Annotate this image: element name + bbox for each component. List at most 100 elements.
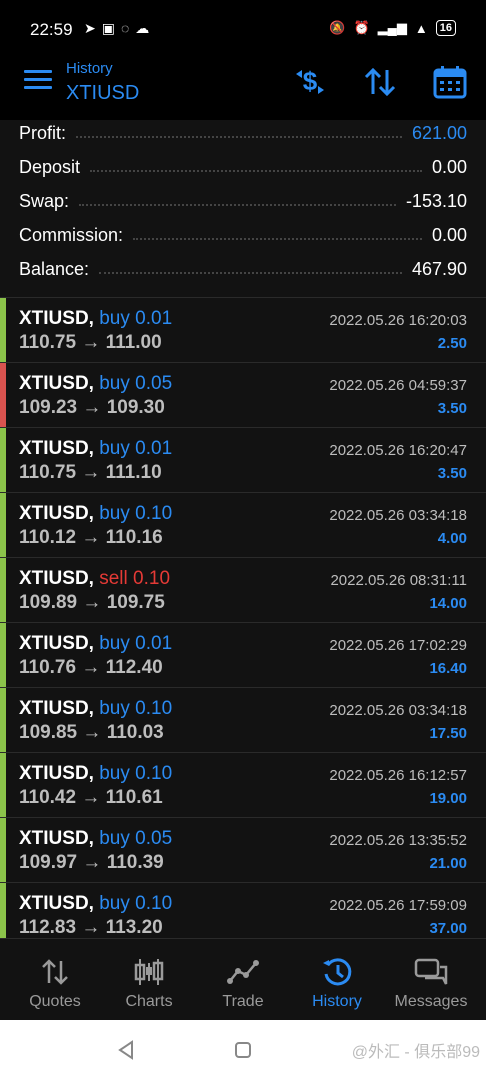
tab-trade[interactable]: Trade [195,939,291,1021]
volume-label: 0.10 [133,568,171,589]
deal-side: buy 0.05 [99,373,172,394]
deal-row[interactable]: XTIUSD, buy 0.01 110.76 → 112.40 2022.05.2… [0,623,486,688]
system-nav-bar: @外汇 - 俱乐部99 [0,1020,486,1080]
tab-messages[interactable]: Messages [383,939,479,1021]
page-title: XTIUSD [66,82,140,104]
deal-row[interactable]: XTIUSD, buy 0.10 110.42 → 110.61 2022.05.2… [0,753,486,818]
history-icon [323,958,352,986]
deal-status-bar [0,818,6,882]
dotted-leader [79,204,396,206]
symbol-label: XTIUSD, [19,503,94,524]
close-price: 109.75 [106,592,165,613]
sort-icon[interactable] [362,64,398,100]
deal-status-bar [0,428,6,492]
deal-time: 2022.05.26 13:35:52 [329,832,467,849]
tab-label: History [312,993,362,1010]
telegram-icon: ➤ [84,20,96,36]
app-header: History XTIUSD $ [0,58,486,120]
menu-button[interactable] [24,70,52,92]
deal-status-bar [0,623,6,687]
summary-label: Balance: [19,258,90,279]
open-price: 109.89 [19,592,78,613]
dotted-leader [99,272,402,274]
deal-row[interactable]: XTIUSD, buy 0.10 110.12 → 110.16 2022.05.2… [0,493,486,558]
arrow-icon: → [77,592,107,613]
deal-prices: 110.75 → 111.00 [19,332,162,354]
deal-status-bar [0,558,6,622]
deal-prices: 109.89 → 109.75 [19,592,165,614]
side-label: buy [99,308,130,329]
deal-prices: 109.97 → 110.39 [19,852,164,874]
deal-status-bar [0,363,6,427]
account-summary: Profit: 621.00 Deposit 0.00 Swap: -153.1… [0,120,486,298]
back-icon[interactable] [116,1040,136,1060]
close-price: 110.61 [105,787,163,808]
deal-status-bar [0,688,6,752]
deal-side: buy 0.10 [99,893,172,914]
status-time: 22:59 [30,20,73,39]
deal-profit: 2.50 [437,335,467,352]
home-icon[interactable] [234,1041,252,1059]
tab-quotes[interactable]: Quotes [7,939,103,1021]
tab-history[interactable]: History [289,939,385,1021]
deal-symbol: XTIUSD, buy 0.10 [19,698,172,720]
deal-row[interactable]: XTIUSD, buy 0.05 109.23 → 109.30 2022.05.2… [0,363,486,428]
deal-row[interactable]: XTIUSD, sell 0.10 109.89 → 109.75 2022.05.… [0,558,486,623]
symbol-label: XTIUSD, [19,828,94,849]
deal-side: buy 0.10 [99,763,172,784]
deal-side: sell 0.10 [99,568,170,589]
side-label: buy [99,633,130,654]
deal-row[interactable]: XTIUSD, buy 0.10 109.85 → 110.03 2022.05.2… [0,688,486,753]
summary-value: 0.00 [431,156,467,177]
deal-status-bar [0,298,6,362]
symbol-label: XTIUSD, [19,373,94,394]
deal-time: 2022.05.26 16:20:47 [329,442,467,459]
tab-label: Charts [125,993,173,1010]
symbol-label: XTIUSD, [19,763,94,784]
summary-row-balance: Balance: 467.90 [19,252,467,286]
summary-row-deposit: Deposit 0.00 [19,150,467,184]
deal-profit: 21.00 [429,855,467,872]
close-price: 110.39 [106,852,164,873]
deal-time: 2022.05.26 16:12:57 [329,767,467,784]
volume-label: 0.01 [135,438,173,459]
summary-value: 0.00 [431,224,467,245]
header-subtitle: History [66,60,113,77]
summary-value: 467.90 [411,258,467,279]
deal-time: 2022.05.26 16:20:03 [329,312,467,329]
deal-symbol: XTIUSD, buy 0.10 [19,893,172,915]
symbol-label: XTIUSD, [19,308,94,329]
arrow-icon: → [76,332,106,353]
deal-side: buy 0.01 [99,633,172,654]
system-icons: 🔕 ⏰ ▂▄▆ ▲ 16 [329,20,456,36]
deposit-withdraw-icon[interactable]: $ [292,64,328,100]
deal-time: 2022.05.26 03:34:18 [329,507,467,524]
deal-prices: 109.85 → 110.03 [19,722,164,744]
deal-profit: 17.50 [429,725,467,742]
deal-row[interactable]: XTIUSD, buy 0.01 110.75 → 111.00 2022.05.2… [0,298,486,363]
deal-profit: 3.50 [437,400,467,417]
dotted-leader [133,238,422,240]
deal-row[interactable]: XTIUSD, buy 0.10 112.83 → 113.20 2022.05.2… [0,883,486,938]
symbol-label: XTIUSD, [19,568,94,589]
side-label: buy [99,763,130,784]
deal-symbol: XTIUSD, buy 0.10 [19,503,172,525]
summary-row-commission: Commission: 0.00 [19,218,467,252]
calendar-icon[interactable] [432,64,468,100]
open-price: 110.76 [19,657,77,678]
deal-row[interactable]: XTIUSD, buy 0.01 110.75 → 111.10 2022.05.2… [0,428,486,493]
side-label: buy [99,698,130,719]
arrow-icon: → [76,462,106,483]
summary-row-profit: Profit: 621.00 [19,116,467,150]
arrow-icon: → [76,527,106,548]
tab-charts[interactable]: Charts [101,939,197,1021]
close-price: 111.10 [105,462,162,483]
bottom-tab-bar: Quotes Charts Trade History Messages [0,938,486,1020]
summary-label: Swap: [19,190,70,211]
deal-profit: 14.00 [429,595,467,612]
trade-icon [227,960,259,984]
deal-row[interactable]: XTIUSD, buy 0.05 109.97 → 110.39 2022.05.2… [0,818,486,883]
watermark: @外汇 - 俱乐部99 [351,1044,480,1061]
open-price: 110.75 [19,462,77,483]
close-price: 113.20 [105,917,163,938]
